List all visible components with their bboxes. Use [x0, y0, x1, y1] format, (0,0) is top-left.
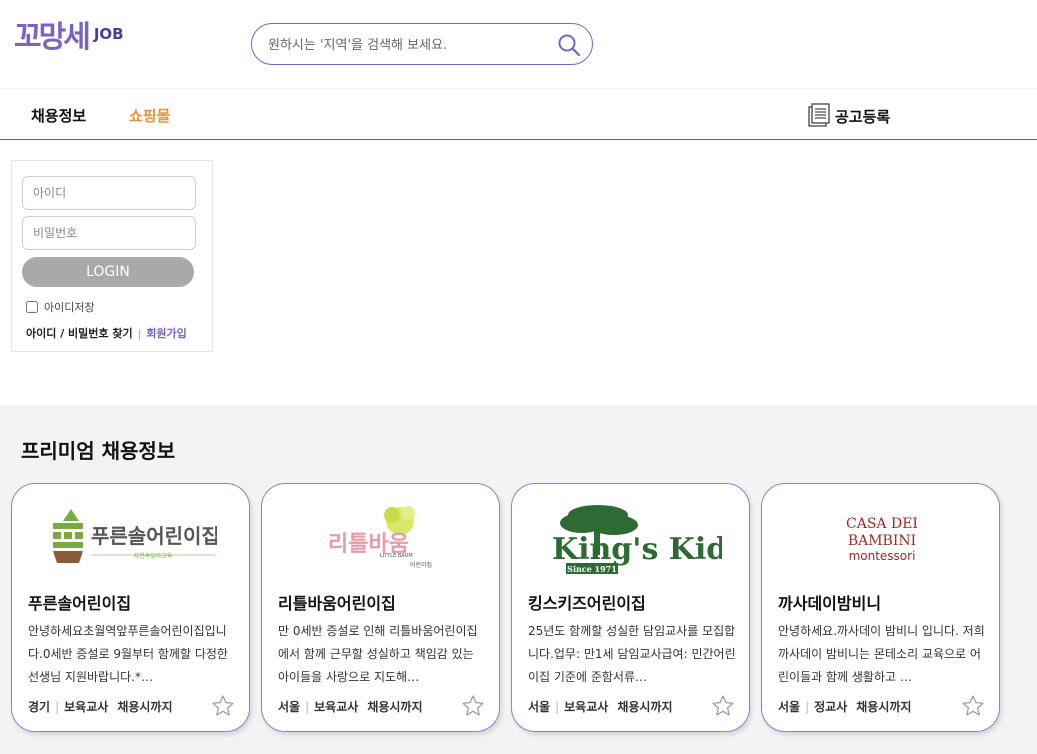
- document-list-icon: [806, 102, 831, 131]
- divider: |: [305, 700, 310, 714]
- divider: |: [55, 700, 60, 714]
- save-id-label: 아이디저장: [44, 301, 95, 314]
- card-title: 까사데이밤비니: [778, 594, 882, 613]
- save-id-checkbox[interactable]: [26, 301, 38, 313]
- logo-tagline: Since 1971: [567, 564, 617, 574]
- nav-jobs[interactable]: 채용정보: [31, 105, 86, 126]
- company-logo: 푸른솔어린이집 자연속유아교육: [12, 494, 249, 584]
- main-nav: 채용정보 쇼핑몰 공고등록: [0, 88, 1037, 140]
- header: 꼬망세 JOB: [0, 0, 1037, 88]
- star-outline-icon[interactable]: [211, 694, 235, 718]
- search-bar: [251, 23, 593, 65]
- card-meta: 서울 | 정교사 채용시까지: [778, 698, 911, 715]
- star-outline-icon[interactable]: [961, 694, 985, 718]
- account-links: 아이디 / 비밀번호 찾기 | 회원가입: [26, 325, 187, 341]
- logo-name: King's Kids: [552, 532, 722, 567]
- post-job-button[interactable]: 공고등록: [806, 102, 890, 131]
- card-region: 경기: [28, 700, 51, 714]
- divider: |: [805, 700, 810, 714]
- card-title: 리틀바움어린이집: [278, 594, 396, 613]
- section-title: 프리미엄 채용정보: [21, 439, 176, 463]
- save-id-row: 아이디저장: [26, 299, 95, 315]
- post-job-label: 공고등록: [835, 108, 891, 126]
- card-description: 25년도 함께할 성실한 담임교사를 모집합니다.업무: 만1세 담임교사급여:…: [528, 624, 736, 684]
- card-region: 서울: [528, 700, 551, 714]
- logo-line1: CASA DEI: [846, 516, 918, 532]
- nav-shop[interactable]: 쇼핑몰: [129, 105, 170, 126]
- logo-tagline: 자연속유아교육: [133, 552, 172, 560]
- logo-line3: montessori: [848, 549, 915, 563]
- search-icon[interactable]: [556, 32, 582, 58]
- card-description: 안녕하세요.까사데이 밤비니 입니다. 저희 까사데이 밤비니는 몬테소리 교육…: [778, 624, 985, 684]
- logo-name: 푸른솔어린이집: [91, 524, 217, 548]
- login-button[interactable]: LOGIN: [22, 257, 194, 287]
- job-card[interactable]: 리틀바움 LITTLE BAUM 어린이집 리틀바움어린이집 만 0세반 증설로…: [261, 483, 500, 732]
- company-logo: King's Kids Since 1971: [512, 494, 749, 584]
- card-role: 보육교사: [564, 700, 609, 714]
- site-logo[interactable]: 꼬망세 JOB: [14, 18, 124, 58]
- logo-text: 꼬망세: [14, 20, 91, 55]
- logo-tagline: LITTLE BAUM: [380, 553, 413, 559]
- card-description: 안녕하세요초월역앞푸른솔어린이집입니다.0세반 증설로 9월부터 함께할 다정한…: [28, 624, 228, 684]
- card-period: 채용시까지: [856, 700, 912, 714]
- search-input[interactable]: [268, 34, 548, 56]
- card-role: 정교사: [814, 700, 848, 714]
- logo-job-text: JOB: [93, 25, 124, 43]
- card-role: 보육교사: [64, 700, 109, 714]
- star-outline-icon[interactable]: [461, 694, 485, 718]
- card-meta: 서울 | 보육교사 채용시까지: [278, 698, 423, 715]
- card-meta: 서울 | 보육교사 채용시까지: [528, 698, 673, 715]
- password-field[interactable]: [22, 216, 196, 250]
- card-period: 채용시까지: [117, 700, 173, 714]
- id-field[interactable]: [22, 176, 196, 210]
- card-title: 푸른솔어린이집: [28, 594, 132, 613]
- company-logo: 리틀바움 LITTLE BAUM 어린이집: [262, 494, 499, 584]
- star-outline-icon[interactable]: [711, 694, 735, 718]
- job-card[interactable]: 푸른솔어린이집 자연속유아교육 푸른솔어린이집 안녕하세요초월역앞푸른솔어린이집…: [11, 483, 250, 732]
- card-period: 채용시까지: [617, 700, 673, 714]
- find-account-link[interactable]: 아이디 / 비밀번호 찾기: [26, 327, 133, 340]
- card-meta: 경기 | 보육교사 채용시까지: [28, 698, 173, 715]
- card-region: 서울: [778, 700, 801, 714]
- company-logo: CASA DEI BAMBINI montessori: [762, 494, 999, 584]
- job-card[interactable]: King's Kids Since 1971 킹스키즈어린이집 25년도 함께할…: [511, 483, 750, 732]
- job-card[interactable]: CASA DEI BAMBINI montessori 까사데이밤비니 안녕하세…: [761, 483, 1000, 732]
- card-title: 킹스키즈어린이집: [528, 594, 646, 613]
- logo-sub: 어린이집: [410, 561, 432, 569]
- card-description: 만 0세반 증설로 인해 리틀바움어린이집에서 함께 근무할 성실하고 책임감 …: [278, 624, 478, 684]
- divider: |: [137, 327, 142, 340]
- premium-section: 프리미엄 채용정보 푸른솔어린이집 자연속유아교육 푸른솔어린이집 안녕하세요초…: [0, 405, 1037, 754]
- join-link[interactable]: 회원가입: [146, 327, 186, 340]
- login-box: LOGIN 아이디저장 아이디 / 비밀번호 찾기 | 회원가입: [11, 160, 213, 352]
- divider: |: [555, 700, 560, 714]
- card-region: 서울: [278, 700, 301, 714]
- logo-line2: BAMBINI: [847, 533, 915, 549]
- card-role: 보육교사: [314, 700, 359, 714]
- card-period: 채용시까지: [367, 700, 423, 714]
